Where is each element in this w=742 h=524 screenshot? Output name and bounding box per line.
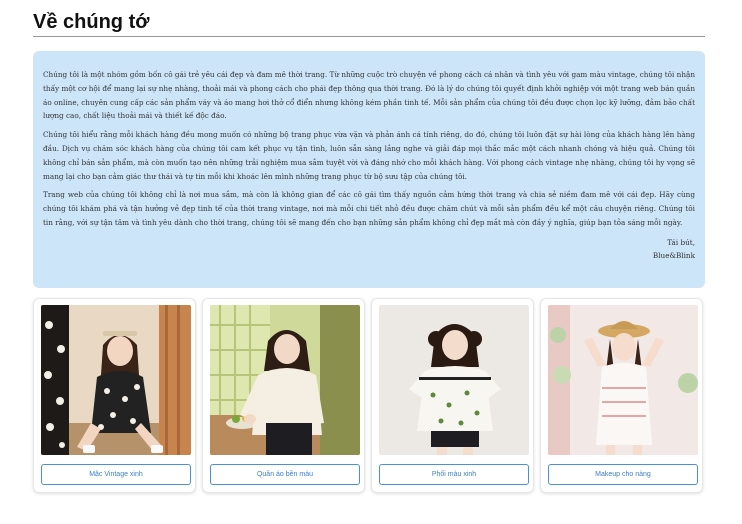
phoi-mau-xinh-button[interactable]: Phối màu xinh bbox=[379, 464, 529, 485]
gallery-card-1: Mặc Vintage xinh bbox=[33, 298, 196, 493]
gallery: Mặc Vintage xinh Quần áo bền màu Phối mà… bbox=[33, 298, 705, 493]
gallery-card-3: Phối màu xinh bbox=[371, 298, 534, 493]
model-photo-1 bbox=[41, 305, 191, 455]
quan-ao-ben-mau-button[interactable]: Quần áo bền màu bbox=[210, 464, 360, 485]
signature-block: Tái bút, Blue&Blink bbox=[43, 236, 695, 263]
title-divider bbox=[33, 36, 705, 37]
gallery-card-4: Makeup cho nàng bbox=[540, 298, 703, 493]
page-title: Về chúng tớ bbox=[33, 11, 150, 33]
about-paragraph-3: Trang web của chúng tôi không chỉ là nơi… bbox=[43, 190, 695, 227]
about-paragraph-2: Chúng tôi hiểu rằng mỗi khách hàng đều m… bbox=[43, 130, 695, 181]
model-photo-4 bbox=[548, 305, 698, 455]
model-photo-3 bbox=[379, 305, 529, 455]
makeup-cho-nang-button[interactable]: Makeup cho nàng bbox=[548, 464, 698, 485]
about-section: Chúng tôi là một nhóm gồm bốn cô gái trẻ… bbox=[33, 51, 705, 288]
mac-vintage-xinh-button[interactable]: Mặc Vintage xinh bbox=[41, 464, 191, 485]
gallery-card-2: Quần áo bền màu bbox=[202, 298, 365, 493]
signoff-text: Tái bút, bbox=[667, 237, 695, 247]
signature-name: Blue&Blink bbox=[652, 251, 695, 261]
model-photo-2 bbox=[210, 305, 360, 455]
about-paragraph-1: Chúng tôi là một nhóm gồm bốn cô gái trẻ… bbox=[43, 70, 695, 121]
